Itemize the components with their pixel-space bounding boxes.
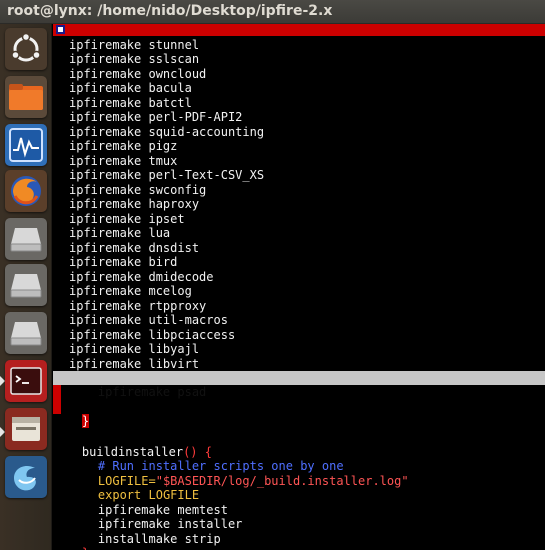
files-icon[interactable] <box>5 76 47 118</box>
firefox-icon[interactable] <box>5 170 47 212</box>
make-line: ipfiremake perl-PDF-API2 <box>53 110 545 125</box>
make-line-text: ipfiremake util-macros <box>69 313 228 327</box>
closing-brace-line: } <box>53 399 545 428</box>
make-line-text: ipfiremake libvirt <box>69 356 200 371</box>
comment-line: # Run installer scripts one by one <box>53 445 545 473</box>
make-line: ipfiremake libvirt <box>53 357 545 372</box>
make-line-text: ipfiremake lua <box>69 226 171 240</box>
export-line: export LOGFILE <box>53 474 545 502</box>
ubuntu-dash-icon[interactable] <box>5 28 47 70</box>
make-line-text: ipfiremake bacula <box>69 81 192 95</box>
logfile-line: LOGFILE="$BASEDIR/log/_build.installer.l… <box>53 459 545 488</box>
make-line: ipfiremake libpciaccess <box>53 328 545 343</box>
make-line: ipfiremake bacula <box>53 81 545 96</box>
final-brace-line: } <box>53 532 545 550</box>
make-line: ipfiremake swconfig <box>53 183 545 198</box>
body-line: installmake strip <box>53 517 545 546</box>
highlighted-line[interactable]: ipfiremake psad <box>53 370 545 399</box>
make-line: ipfiremake perl-Text-CSV_XS <box>53 168 545 183</box>
make-line-text: ipfiremake sslscan <box>69 52 200 66</box>
make-line: ipfiremake dmidecode <box>53 270 545 285</box>
make-line: ipfiremake dnsdist <box>53 241 545 256</box>
make-line-text: ipfiremake pigz <box>69 139 178 153</box>
body-line: ipfiremake installer <box>53 503 545 531</box>
make-line: ipfiremake bird <box>53 255 545 270</box>
make-line: ipfiremake haproxy <box>53 197 545 212</box>
app-icon[interactable] <box>5 456 47 498</box>
terminal-icon[interactable] <box>5 360 47 402</box>
make-line-text: ipfiremake bird <box>69 255 178 269</box>
make-line: ipfiremake pigz <box>53 139 545 154</box>
body-line: ipfiremake memtest <box>53 488 545 517</box>
make-line-text: ipfiremake squid-accounting <box>69 124 265 139</box>
make-line-text: ipfiremake dnsdist <box>69 240 200 255</box>
unity-launcher <box>0 24 52 550</box>
make-line: ipfiremake mcelog <box>53 284 545 299</box>
make-line-text: ipfiremake haproxy <box>69 197 200 211</box>
make-line: ipfiremake lua <box>53 226 545 241</box>
make-line: ipfiremake util-macros <box>53 313 545 328</box>
make-line: ipfiremake stunnel <box>53 38 545 53</box>
final-brace: } <box>82 546 89 550</box>
window-menu-icon[interactable] <box>56 25 65 34</box>
drive-icon-1[interactable] <box>5 218 47 260</box>
vim-status-strip <box>53 24 545 36</box>
make-line: ipfiremake squid-accounting <box>53 125 545 140</box>
function-header-line: buildinstaller() { <box>53 430 545 459</box>
make-line: ipfiremake batctl <box>53 96 545 111</box>
window-title: root@lynx: /home/nido/Desktop/ipfire-2.x <box>7 3 333 19</box>
file-manager-icon[interactable] <box>5 408 47 450</box>
make-line-text: ipfiremake dmidecode <box>69 269 214 284</box>
window-titlebar[interactable]: root@lynx: /home/nido/Desktop/ipfire-2.x <box>0 0 545 24</box>
closing-brace: } <box>81 413 90 428</box>
make-line-text: ipfiremake libyajl <box>69 342 200 356</box>
make-line-text: ipfiremake batctl <box>69 95 192 110</box>
highlighted-line-text: ipfiremake psad <box>97 385 207 399</box>
make-line: ipfiremake rtpproxy <box>53 299 545 314</box>
drive-icon-2[interactable] <box>5 264 47 306</box>
make-line-text: ipfiremake tmux <box>69 153 178 168</box>
make-line-text: ipfiremake swconfig <box>69 182 207 197</box>
make-line: ipfiremake tmux <box>53 154 545 169</box>
make-line-text: ipfiremake ipset <box>69 211 185 226</box>
make-line-text: ipfiremake perl-PDF-API2 <box>69 110 243 124</box>
terminal-window[interactable]: ipfiremake stunnel ipfiremake sslscan ipfi… <box>53 24 545 550</box>
make-line: ipfiremake sslscan <box>53 52 545 67</box>
make-line-text: ipfiremake mcelog <box>69 284 192 298</box>
make-line: ipfiremake owncloud <box>53 67 545 82</box>
drive-icon-3[interactable] <box>5 312 47 354</box>
make-line-text: ipfiremake libpciaccess <box>69 327 236 342</box>
make-line-text: ipfiremake rtpproxy <box>69 298 207 313</box>
system-monitor-icon[interactable] <box>5 124 47 166</box>
make-line-text: ipfiremake owncloud <box>69 66 207 81</box>
make-line: ipfiremake libyajl <box>53 342 545 357</box>
make-line-text: ipfiremake stunnel <box>69 37 200 52</box>
make-line: ipfiremake ipset <box>53 212 545 227</box>
make-line-text: ipfiremake perl-Text-CSV_XS <box>69 168 265 182</box>
